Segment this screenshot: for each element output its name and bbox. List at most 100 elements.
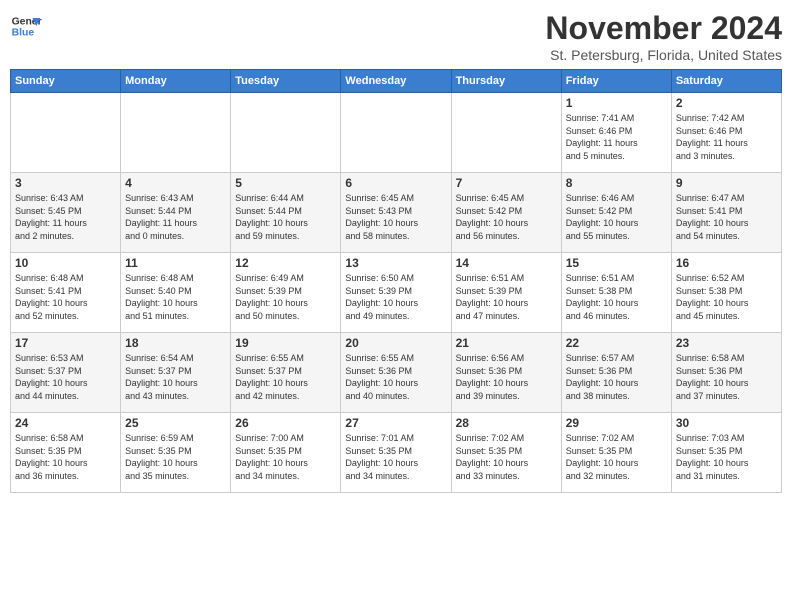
calendar-cell: 13 Sunrise: 6:50 AM Sunset: 5:39 PM Dayli… xyxy=(341,253,451,333)
calendar-cell: 18 Sunrise: 6:54 AM Sunset: 5:37 PM Dayli… xyxy=(121,333,231,413)
day-info: Sunrise: 6:45 AM Sunset: 5:43 PM Dayligh… xyxy=(345,192,446,242)
title-area: November 2024 St. Petersburg, Florida, U… xyxy=(545,10,782,63)
calendar-cell: 16 Sunrise: 6:52 AM Sunset: 5:38 PM Dayli… xyxy=(671,253,781,333)
calendar-header-row: SundayMondayTuesdayWednesdayThursdayFrid… xyxy=(11,70,782,93)
calendar-cell: 1Sunrise: 7:41 AM Sunset: 6:46 PM Daylig… xyxy=(561,93,671,173)
day-info: Sunrise: 6:59 AM Sunset: 5:35 PM Dayligh… xyxy=(125,432,226,482)
day-number: 29 xyxy=(566,416,667,430)
location: St. Petersburg, Florida, United States xyxy=(545,47,782,63)
calendar-week-row: 10 Sunrise: 6:48 AM Sunset: 5:41 PM Dayli… xyxy=(11,253,782,333)
day-number: 10 xyxy=(15,256,116,270)
day-number: 2 xyxy=(676,96,777,110)
month-title: November 2024 xyxy=(545,10,782,47)
day-info: Sunrise: 6:47 AM Sunset: 5:41 PM Dayligh… xyxy=(676,192,777,242)
day-number: 23 xyxy=(676,336,777,350)
day-info: Sunrise: 6:45 AM Sunset: 5:42 PM Dayligh… xyxy=(456,192,557,242)
calendar-cell: 21Sunrise: 6:56 AM Sunset: 5:36 PM Dayli… xyxy=(451,333,561,413)
calendar-week-row: 3 Sunrise: 6:43 AM Sunset: 5:45 PM Daylig… xyxy=(11,173,782,253)
header: General Blue November 2024 St. Petersbur… xyxy=(10,10,782,63)
calendar-cell: 30 Sunrise: 7:03 AM Sunset: 5:35 PM Dayli… xyxy=(671,413,781,493)
day-info: Sunrise: 6:46 AM Sunset: 5:42 PM Dayligh… xyxy=(566,192,667,242)
day-info: Sunrise: 6:58 AM Sunset: 5:35 PM Dayligh… xyxy=(15,432,116,482)
day-number: 11 xyxy=(125,256,226,270)
day-info: Sunrise: 6:43 AM Sunset: 5:44 PM Dayligh… xyxy=(125,192,226,242)
calendar-week-row: 17 Sunrise: 6:53 AM Sunset: 5:37 PM Dayli… xyxy=(11,333,782,413)
calendar-cell: 10 Sunrise: 6:48 AM Sunset: 5:41 PM Dayli… xyxy=(11,253,121,333)
calendar-cell: 5Sunrise: 6:44 AM Sunset: 5:44 PM Daylig… xyxy=(231,173,341,253)
day-number: 14 xyxy=(456,256,557,270)
day-number: 8 xyxy=(566,176,667,190)
logo-icon: General Blue xyxy=(10,10,42,42)
calendar-header-friday: Friday xyxy=(561,70,671,93)
calendar-header-saturday: Saturday xyxy=(671,70,781,93)
day-info: Sunrise: 6:55 AM Sunset: 5:37 PM Dayligh… xyxy=(235,352,336,402)
day-number: 9 xyxy=(676,176,777,190)
day-number: 12 xyxy=(235,256,336,270)
calendar-cell xyxy=(341,93,451,173)
svg-text:Blue: Blue xyxy=(12,28,35,39)
calendar-cell: 23 Sunrise: 6:58 AM Sunset: 5:36 PM Dayli… xyxy=(671,333,781,413)
day-number: 7 xyxy=(456,176,557,190)
day-number: 30 xyxy=(676,416,777,430)
calendar-cell: 26 Sunrise: 7:00 AM Sunset: 5:35 PM Dayli… xyxy=(231,413,341,493)
calendar-cell: 9 Sunrise: 6:47 AM Sunset: 5:41 PM Daylig… xyxy=(671,173,781,253)
day-number: 25 xyxy=(125,416,226,430)
calendar-cell xyxy=(231,93,341,173)
day-number: 18 xyxy=(125,336,226,350)
day-number: 26 xyxy=(235,416,336,430)
calendar-cell: 28Sunrise: 7:02 AM Sunset: 5:35 PM Dayli… xyxy=(451,413,561,493)
day-info: Sunrise: 7:00 AM Sunset: 5:35 PM Dayligh… xyxy=(235,432,336,482)
day-info: Sunrise: 6:50 AM Sunset: 5:39 PM Dayligh… xyxy=(345,272,446,322)
day-info: Sunrise: 6:55 AM Sunset: 5:36 PM Dayligh… xyxy=(345,352,446,402)
calendar-header-monday: Monday xyxy=(121,70,231,93)
day-number: 19 xyxy=(235,336,336,350)
logo: General Blue xyxy=(10,10,42,42)
day-info: Sunrise: 6:48 AM Sunset: 5:41 PM Dayligh… xyxy=(15,272,116,322)
day-number: 22 xyxy=(566,336,667,350)
day-number: 21 xyxy=(456,336,557,350)
day-info: Sunrise: 7:02 AM Sunset: 5:35 PM Dayligh… xyxy=(456,432,557,482)
day-number: 16 xyxy=(676,256,777,270)
day-info: Sunrise: 6:43 AM Sunset: 5:45 PM Dayligh… xyxy=(15,192,116,242)
day-number: 13 xyxy=(345,256,446,270)
day-info: Sunrise: 6:54 AM Sunset: 5:37 PM Dayligh… xyxy=(125,352,226,402)
calendar-cell: 11 Sunrise: 6:48 AM Sunset: 5:40 PM Dayli… xyxy=(121,253,231,333)
calendar-cell: 20 Sunrise: 6:55 AM Sunset: 5:36 PM Dayli… xyxy=(341,333,451,413)
calendar-header-tuesday: Tuesday xyxy=(231,70,341,93)
day-info: Sunrise: 6:44 AM Sunset: 5:44 PM Dayligh… xyxy=(235,192,336,242)
day-info: Sunrise: 6:58 AM Sunset: 5:36 PM Dayligh… xyxy=(676,352,777,402)
day-info: Sunrise: 6:52 AM Sunset: 5:38 PM Dayligh… xyxy=(676,272,777,322)
day-info: Sunrise: 6:51 AM Sunset: 5:38 PM Dayligh… xyxy=(566,272,667,322)
day-number: 20 xyxy=(345,336,446,350)
calendar-cell: 25 Sunrise: 6:59 AM Sunset: 5:35 PM Dayli… xyxy=(121,413,231,493)
calendar-cell xyxy=(121,93,231,173)
day-number: 24 xyxy=(15,416,116,430)
calendar-cell: 27Sunrise: 7:01 AM Sunset: 5:35 PM Dayli… xyxy=(341,413,451,493)
calendar-cell: 8 Sunrise: 6:46 AM Sunset: 5:42 PM Daylig… xyxy=(561,173,671,253)
calendar-table: SundayMondayTuesdayWednesdayThursdayFrid… xyxy=(10,69,782,493)
day-number: 17 xyxy=(15,336,116,350)
calendar-cell: 15Sunrise: 6:51 AM Sunset: 5:38 PM Dayli… xyxy=(561,253,671,333)
day-info: Sunrise: 7:03 AM Sunset: 5:35 PM Dayligh… xyxy=(676,432,777,482)
calendar-cell xyxy=(451,93,561,173)
day-info: Sunrise: 7:01 AM Sunset: 5:35 PM Dayligh… xyxy=(345,432,446,482)
day-info: Sunrise: 6:51 AM Sunset: 5:39 PM Dayligh… xyxy=(456,272,557,322)
day-number: 1 xyxy=(566,96,667,110)
day-info: Sunrise: 6:48 AM Sunset: 5:40 PM Dayligh… xyxy=(125,272,226,322)
calendar-cell xyxy=(11,93,121,173)
day-info: Sunrise: 6:49 AM Sunset: 5:39 PM Dayligh… xyxy=(235,272,336,322)
calendar-header-wednesday: Wednesday xyxy=(341,70,451,93)
calendar-cell: 2 Sunrise: 7:42 AM Sunset: 6:46 PM Daylig… xyxy=(671,93,781,173)
calendar-cell: 6Sunrise: 6:45 AM Sunset: 5:43 PM Daylig… xyxy=(341,173,451,253)
calendar-header-thursday: Thursday xyxy=(451,70,561,93)
calendar-week-row: 1Sunrise: 7:41 AM Sunset: 6:46 PM Daylig… xyxy=(11,93,782,173)
day-info: Sunrise: 7:02 AM Sunset: 5:35 PM Dayligh… xyxy=(566,432,667,482)
calendar-cell: 19 Sunrise: 6:55 AM Sunset: 5:37 PM Dayli… xyxy=(231,333,341,413)
calendar-cell: 12 Sunrise: 6:49 AM Sunset: 5:39 PM Dayli… xyxy=(231,253,341,333)
calendar-cell: 7 Sunrise: 6:45 AM Sunset: 5:42 PM Daylig… xyxy=(451,173,561,253)
day-info: Sunrise: 6:53 AM Sunset: 5:37 PM Dayligh… xyxy=(15,352,116,402)
day-number: 3 xyxy=(15,176,116,190)
calendar-cell: 17 Sunrise: 6:53 AM Sunset: 5:37 PM Dayli… xyxy=(11,333,121,413)
calendar-cell: 22Sunrise: 6:57 AM Sunset: 5:36 PM Dayli… xyxy=(561,333,671,413)
day-info: Sunrise: 7:42 AM Sunset: 6:46 PM Dayligh… xyxy=(676,112,777,162)
